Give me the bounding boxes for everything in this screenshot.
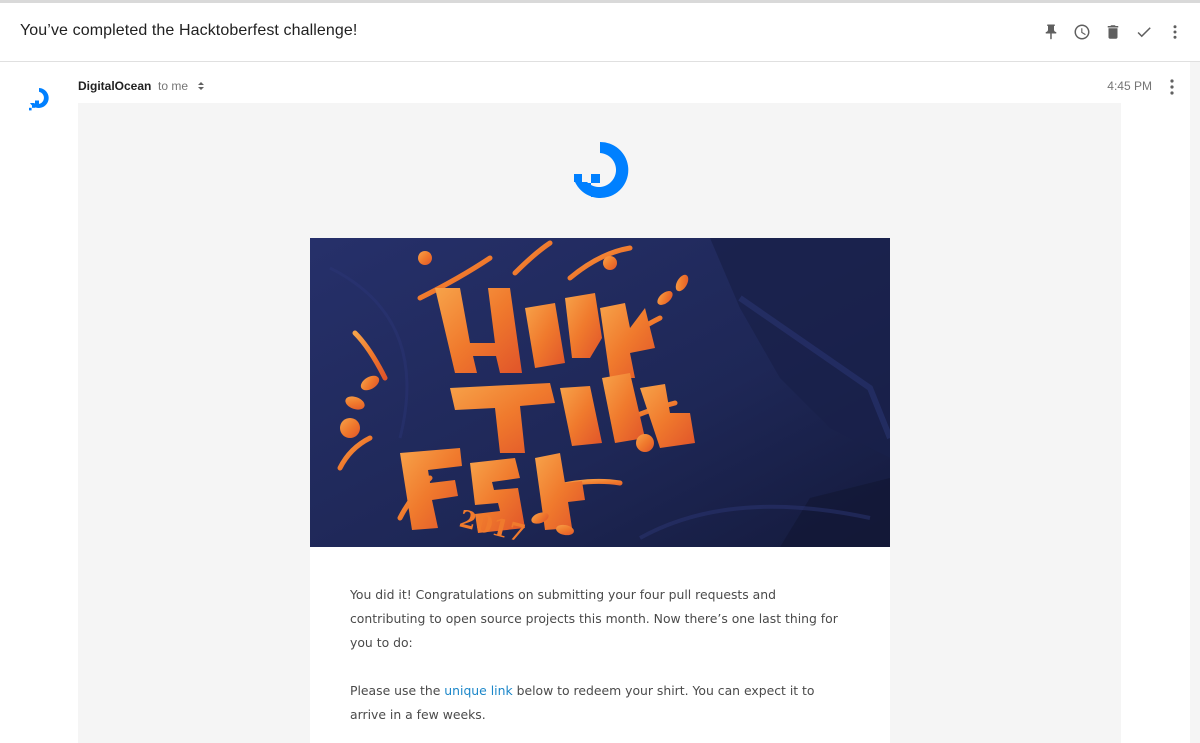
congrats-paragraph: You did it! Congratulations on submittin…: [350, 587, 838, 650]
redeem-paragraph: Please use the unique link below to rede…: [350, 679, 850, 727]
email-subject: You’ve completed the Hacktoberfest chall…: [20, 22, 358, 39]
more-vert-icon: [1173, 25, 1177, 39]
pin-icon: [1045, 24, 1057, 40]
recipient-details-icon[interactable]: [196, 80, 206, 92]
recipient-label: to me: [158, 79, 189, 93]
pin-button[interactable]: [1040, 21, 1062, 43]
sender-name[interactable]: DigitalOcean: [78, 79, 151, 93]
redeem-text-before: Please use the: [350, 683, 445, 698]
scrollbar[interactable]: [1190, 62, 1200, 743]
unique-link[interactable]: unique link: [444, 683, 512, 698]
snooze-clock-icon: [1074, 24, 1090, 40]
trash-icon: [1107, 25, 1119, 39]
digitalocean-logo: [574, 141, 629, 198]
message-time: 4:45 PM: [1107, 79, 1152, 93]
message-more-icon[interactable]: [1162, 77, 1182, 97]
mark-done-button[interactable]: [1133, 21, 1155, 43]
more-options-button[interactable]: [1164, 21, 1186, 43]
email-toolbar: [1031, 21, 1186, 43]
snooze-button[interactable]: [1071, 21, 1093, 43]
email-header: You’ve completed the Hacktoberfest chall…: [0, 3, 1200, 62]
sender-avatar: [29, 88, 49, 111]
delete-button[interactable]: [1102, 21, 1124, 43]
hacktoberfest-shirt-image: 2017: [310, 238, 890, 547]
email-content: 2017 You did it! Congratulations on subm…: [78, 103, 1121, 743]
checkmark-icon: [1137, 27, 1151, 38]
message-card: You did it! Congratulations on submittin…: [310, 547, 890, 743]
message-header: DigitalOcean to me 4:45 PM: [0, 63, 1200, 111]
